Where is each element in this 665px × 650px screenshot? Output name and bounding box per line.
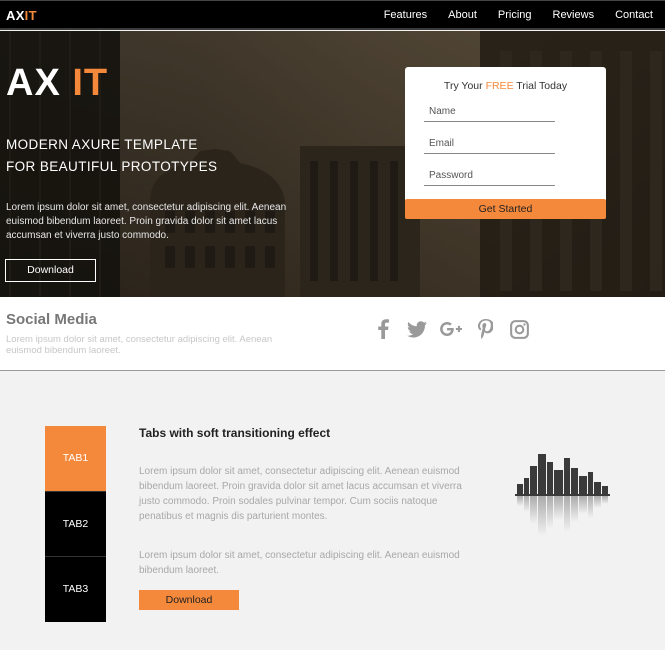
tab-paragraph-1: Lorem ipsum dolor sit amet, consectetur …: [139, 466, 462, 522]
social-title: Social Media: [6, 311, 97, 328]
logo-main: AX: [6, 8, 25, 23]
trial-form-title-before: Try Your: [443, 80, 486, 92]
pinterest-icon[interactable]: [474, 318, 496, 340]
social-media-section: Social Media Lorem ipsum dolor sit amet,…: [0, 297, 665, 371]
social-body-text: Lorem ipsum dolor sit amet, consectetur …: [6, 334, 273, 356]
tab-2[interactable]: TAB2: [45, 491, 106, 556]
nav-link-contact[interactable]: Contact: [615, 9, 653, 21]
tab-3[interactable]: TAB3: [45, 556, 106, 622]
password-field[interactable]: Password: [424, 168, 555, 186]
social-icons: [372, 318, 542, 340]
hero-section: AX IT MODERN AXURE TEMPLATE FOR BEAUTIFU…: [0, 31, 665, 297]
trial-form-title-after: Trial Today: [513, 80, 568, 92]
city-skyline-image: [515, 454, 610, 536]
google-plus-icon[interactable]: [440, 318, 462, 340]
tab-paragraph-2: Lorem ipsum dolor sit amet, consectetur …: [139, 550, 460, 576]
get-started-button[interactable]: Get Started: [405, 199, 606, 219]
nav-link-reviews[interactable]: Reviews: [553, 9, 595, 21]
hero-subtitle-line1: MODERN AXURE TEMPLATE: [6, 137, 198, 152]
twitter-icon[interactable]: [406, 318, 428, 340]
name-field[interactable]: Name: [424, 104, 555, 122]
hero-title-main: AX: [6, 62, 61, 104]
hero-download-button[interactable]: Download: [5, 259, 96, 282]
hero-title-accent: IT: [72, 62, 109, 104]
tabs-section: TAB1 TAB2 TAB3 Tabs with soft transition…: [0, 372, 665, 650]
top-nav: AXIT Features About Pricing Reviews Cont…: [0, 0, 665, 30]
trial-form-title: Try Your FREE Trial Today: [405, 80, 606, 92]
hero-subtitle: MODERN AXURE TEMPLATE FOR BEAUTIFUL PROT…: [6, 134, 217, 178]
email-field[interactable]: Email: [424, 136, 555, 154]
logo[interactable]: AXIT: [6, 8, 37, 23]
hero-body-text: Lorem ipsum dolor sit amet, consectetur …: [6, 202, 287, 241]
hero-title: AX IT: [6, 62, 108, 105]
tab-heading: Tabs with soft transitioning effect: [139, 426, 331, 440]
tab-download-button[interactable]: Download: [139, 590, 239, 610]
trial-form-title-accent: FREE: [485, 80, 514, 92]
nav-link-about[interactable]: About: [448, 9, 477, 21]
tab-1[interactable]: TAB1: [45, 426, 106, 491]
facebook-icon[interactable]: [372, 318, 394, 340]
page: AXIT Features About Pricing Reviews Cont…: [0, 0, 665, 650]
nav-links: Features About Pricing Reviews Contact: [363, 9, 653, 21]
instagram-icon[interactable]: [508, 318, 530, 340]
logo-accent: IT: [24, 8, 37, 23]
hero-subtitle-line2: FOR BEAUTIFUL PROTOTYPES: [6, 159, 218, 174]
nav-link-features[interactable]: Features: [384, 9, 427, 21]
nav-link-pricing[interactable]: Pricing: [498, 9, 532, 21]
trial-form: Try Your FREE Trial Today Name Email Pas…: [405, 67, 606, 219]
